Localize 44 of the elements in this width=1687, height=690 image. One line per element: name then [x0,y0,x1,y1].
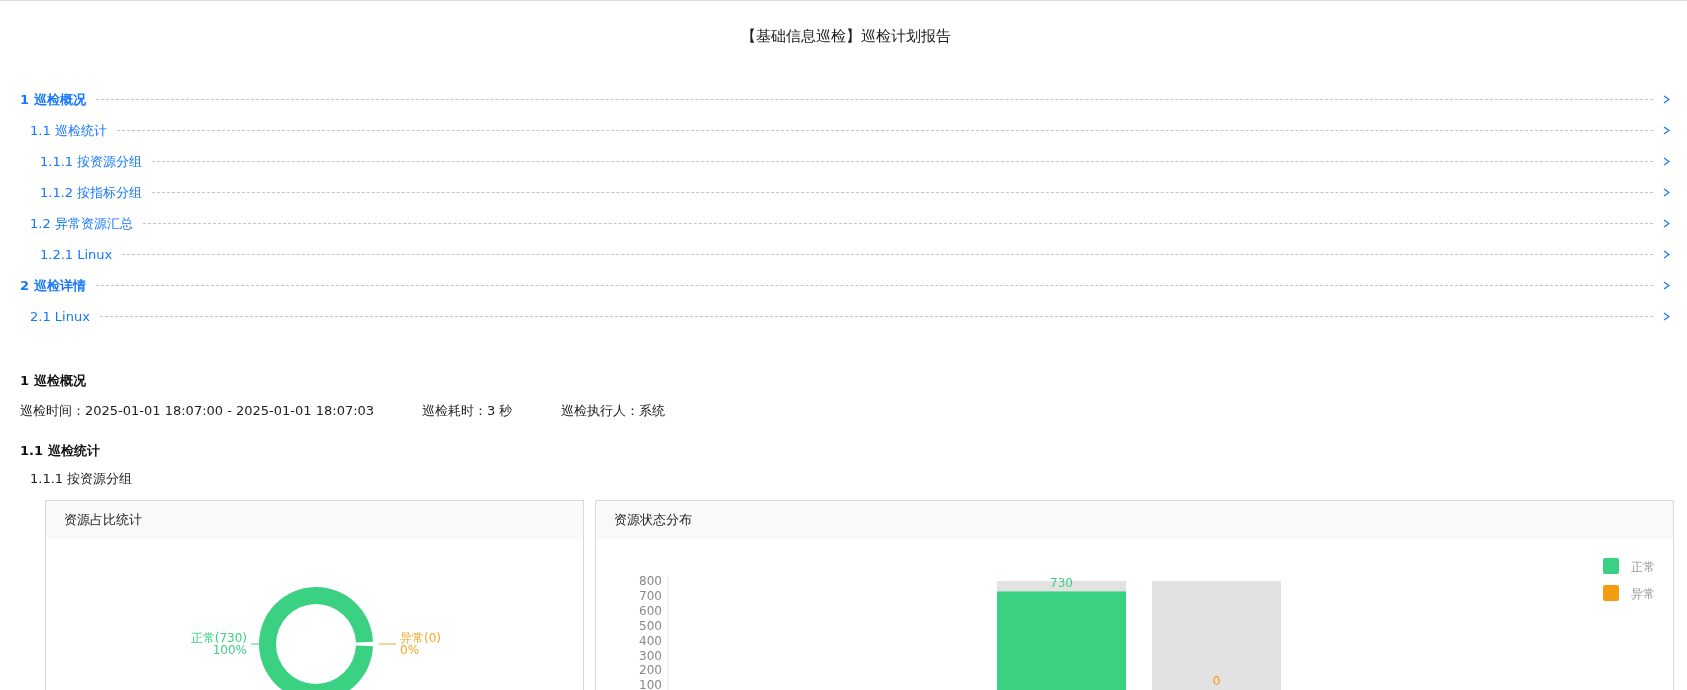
meta-text: 巡检执行人：系统 [560,402,665,420]
toc-link[interactable]: 1.1.1 按资源分组 [40,152,143,171]
chevron-right-icon[interactable] [1663,188,1670,197]
y-tick-label: 500 [639,618,662,633]
y-tick-label: 100 [639,678,662,690]
chevron-right-icon[interactable] [1663,312,1670,321]
slice-label: 异常(0) [400,631,441,645]
legend-swatch[interactable] [1603,558,1619,574]
card-title: 资源状态分布 [614,511,692,529]
bar-value-label: 0 [1212,674,1221,689]
slice-percent: 100% [212,643,247,657]
y-tick-label: 200 [639,663,662,678]
meta-text: 巡检时间：2025-01-01 18:07:00 - 2025-01-01 18:07:03 [20,402,375,420]
subsection-heading: 1.1 巡检统计 [20,442,101,460]
toc-link[interactable]: 1.2 异常资源汇总 [30,214,133,233]
legend-label[interactable]: 异常 [1631,587,1655,601]
chevron-right-icon[interactable] [1663,126,1670,135]
y-tick-label: 800 [639,574,662,588]
y-tick-label: 700 [639,588,662,603]
legend-label[interactable]: 正常 [1631,560,1655,574]
y-tick-label: 300 [639,648,662,663]
toc-link[interactable]: 2 巡检详情 [20,276,86,295]
toc-link[interactable]: 2.1 Linux [30,309,90,324]
chevron-right-icon[interactable] [1663,250,1670,259]
meta-text: 巡检耗时：3 秒 [422,402,513,420]
chevron-right-icon[interactable] [1663,281,1670,290]
card-title: 资源占比统计 [64,511,142,529]
legend-swatch[interactable] [1603,585,1619,601]
subsubsection-heading: 1.1.1 按资源分组 [29,470,134,488]
leader-line [378,643,397,645]
bar-value-label: 730 [1050,576,1073,591]
chevron-right-icon[interactable] [1663,95,1670,104]
toc-link[interactable]: 1.2.1 Linux [40,247,113,262]
toc-link[interactable]: 1.1 巡检统计 [30,121,107,140]
section-heading: 1 巡检概况 [20,372,87,390]
report-title: 【基础信息巡检】巡检计划报告 [740,26,952,47]
y-tick-label: 600 [639,603,662,618]
toc-link[interactable]: 1.1.2 按指标分组 [40,183,143,202]
slice-label: 正常(730) [190,631,247,645]
chevron-right-icon[interactable] [1663,219,1670,228]
slice-percent: 0% [400,643,420,657]
y-tick-label: 400 [639,633,662,648]
toc-link[interactable]: 1 巡检概况 [20,90,86,109]
chevron-right-icon[interactable] [1663,157,1670,166]
